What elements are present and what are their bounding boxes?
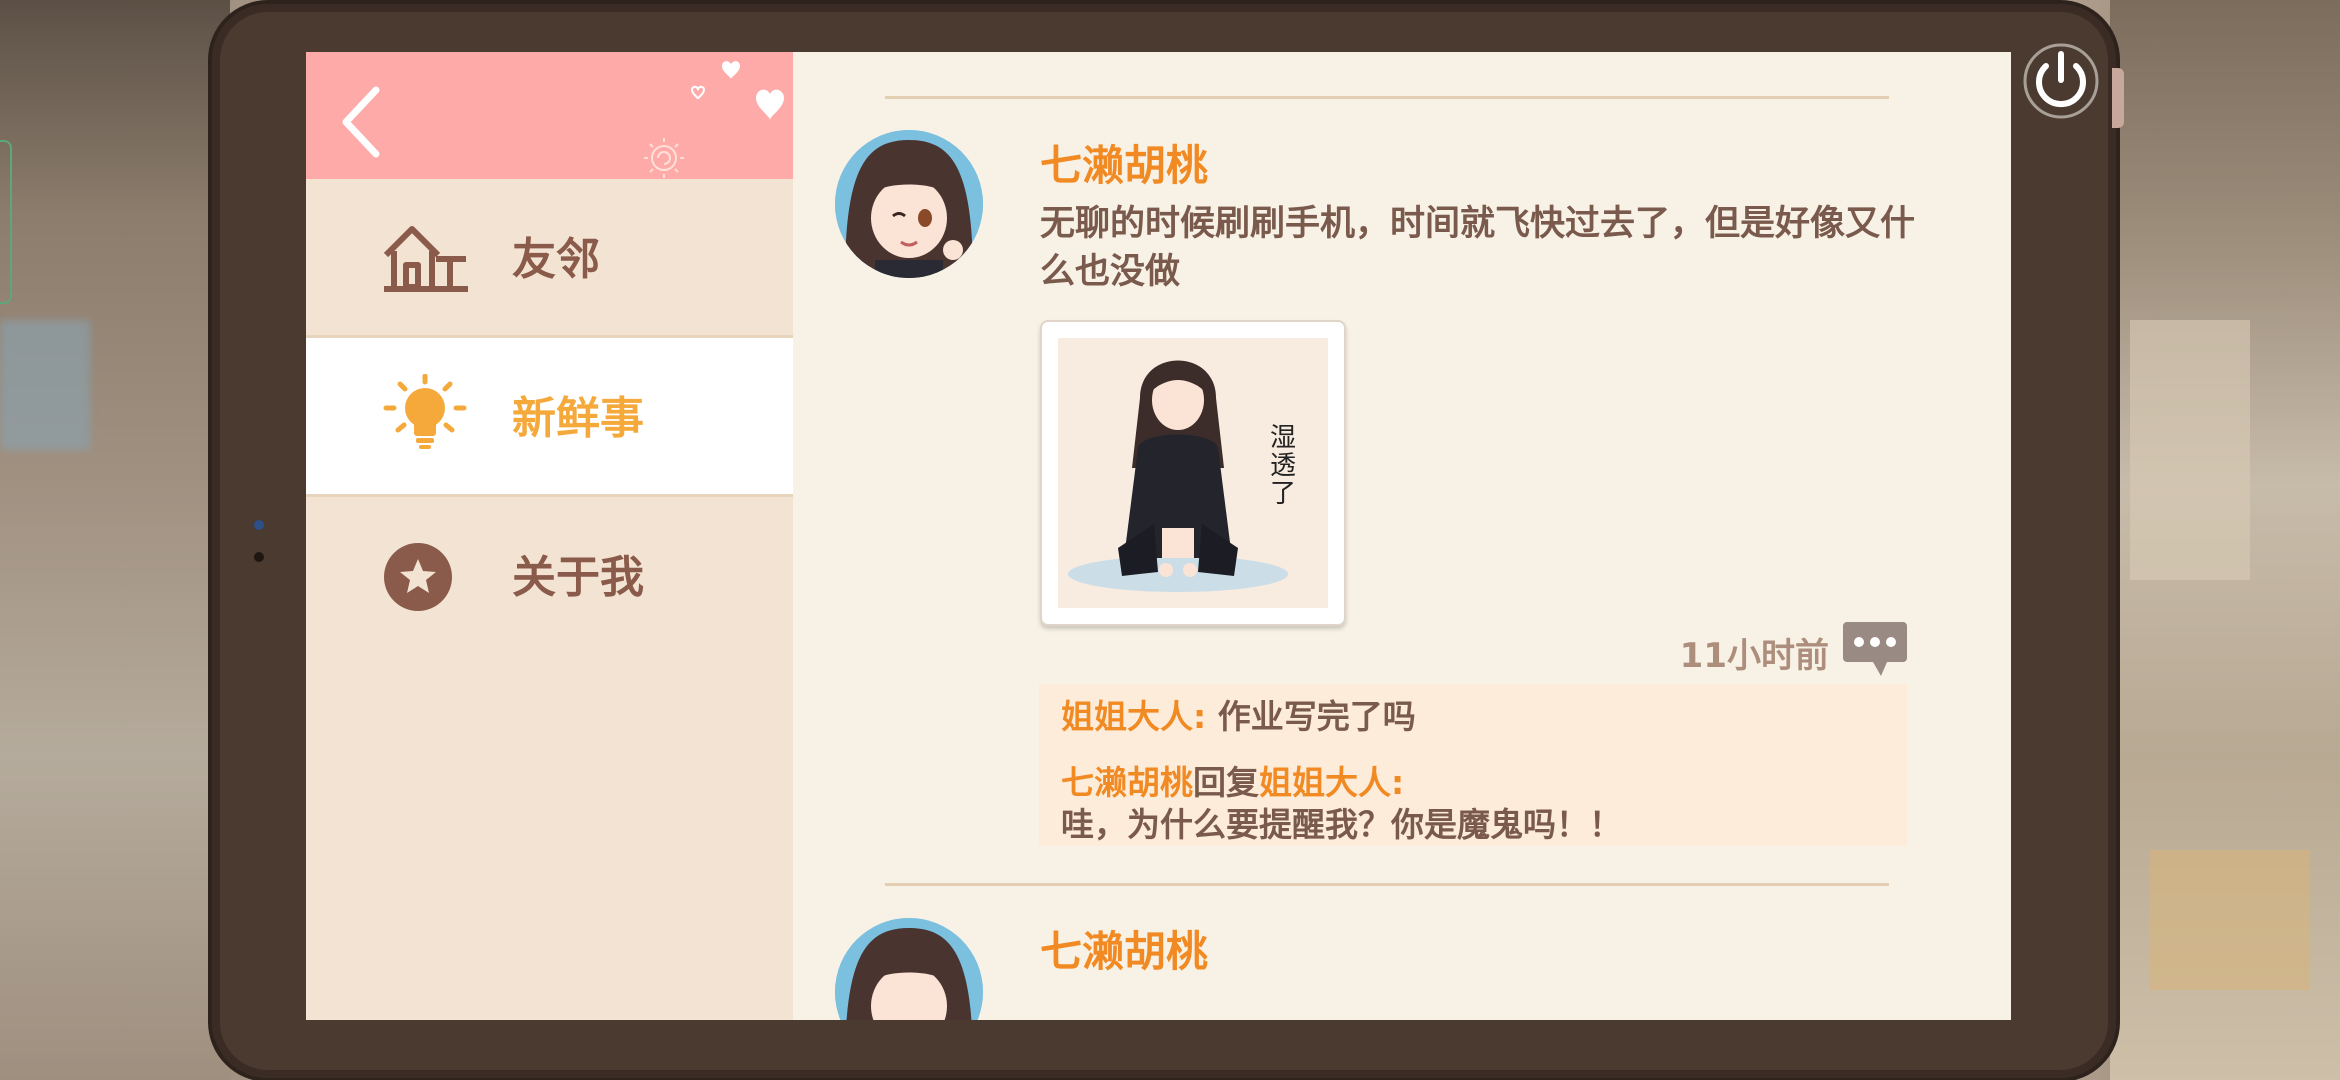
heart-icon bbox=[644, 61, 784, 178]
avatar[interactable] bbox=[835, 918, 983, 1020]
camera-dot bbox=[254, 520, 264, 530]
lightbulb-icon bbox=[383, 374, 467, 449]
news-feed: 七濑胡桃 无聊的时候刷刷手机，时间就飞快过去了，但是好像又什么也没做 湿透了 1… bbox=[793, 52, 2011, 1020]
post-text: 无聊的时候刷刷手机，时间就飞快过去了，但是好像又什么也没做 bbox=[1040, 204, 1916, 292]
comment-list: 姐姐大人: 作业写完了吗 七濑胡桃回复姐姐大人: 哇，为什么要提醒我？你是魔鬼吗… bbox=[1039, 684, 1907, 846]
image-caption: 湿透了 bbox=[1270, 423, 1297, 509]
comment-author[interactable]: 七濑胡桃 bbox=[1061, 763, 1193, 802]
comment-author[interactable]: 姐姐大人 bbox=[1061, 697, 1193, 736]
sidebar-item-label: 关于我 bbox=[512, 552, 644, 603]
back-arrow-icon[interactable] bbox=[334, 82, 394, 162]
post-image[interactable]: 湿透了 bbox=[1040, 320, 1346, 626]
sidebar-item-label: 新鲜事 bbox=[512, 393, 644, 444]
sidebar-item-label: 友邻 bbox=[512, 234, 600, 285]
star-icon bbox=[384, 543, 452, 611]
avatar-portrait-icon bbox=[835, 130, 983, 278]
background-detail bbox=[2150, 850, 2310, 990]
sidebar-item-friends[interactable]: 友邻 bbox=[306, 179, 793, 338]
comment-text: 作业写完了吗 bbox=[1217, 697, 1416, 736]
tablet-screen: 友邻 新鲜事 关于我 七濑胡桃 无聊的时候刷刷手机，时间就飞快过去了，但是好像又… bbox=[306, 52, 2011, 1020]
background-detail bbox=[0, 320, 90, 450]
avatar-portrait-icon bbox=[835, 918, 983, 1020]
edge-tab[interactable] bbox=[0, 140, 12, 304]
divider bbox=[885, 883, 1889, 886]
reply-word: 回复 bbox=[1193, 763, 1259, 802]
house-icon bbox=[383, 226, 468, 292]
background-detail bbox=[2130, 320, 2250, 580]
divider bbox=[885, 96, 1889, 99]
post-timestamp: 11小时前 bbox=[1679, 636, 1829, 676]
comment-bubble-icon[interactable] bbox=[1841, 618, 1909, 680]
sidebar-item-news[interactable]: 新鲜事 bbox=[306, 338, 793, 497]
tablet-side-button bbox=[2112, 68, 2124, 128]
post-author[interactable]: 七濑胡桃 bbox=[1040, 918, 1208, 979]
comment-item[interactable]: 七濑胡桃回复姐姐大人: bbox=[1061, 756, 1404, 804]
comment-separator: : bbox=[1193, 697, 1218, 736]
background-left bbox=[0, 0, 230, 1080]
power-icon[interactable] bbox=[2022, 42, 2100, 120]
avatar[interactable] bbox=[835, 130, 983, 278]
sidebar-item-about-me[interactable]: 关于我 bbox=[306, 497, 793, 653]
post-author[interactable]: 七濑胡桃 bbox=[1040, 132, 1208, 193]
sidebar-header bbox=[306, 52, 793, 179]
comment-separator: : bbox=[1391, 763, 1405, 802]
comment-item[interactable]: 姐姐大人: 作业写完了吗 bbox=[1061, 690, 1416, 738]
comment-text: 哇，为什么要提醒我？你是魔鬼吗！！ bbox=[1061, 805, 1622, 844]
reply-target[interactable]: 姐姐大人 bbox=[1259, 763, 1391, 802]
sidebar: 友邻 新鲜事 关于我 bbox=[306, 52, 793, 1020]
post-image-content: 湿透了 bbox=[1058, 338, 1328, 608]
sensor-dot bbox=[254, 552, 264, 562]
